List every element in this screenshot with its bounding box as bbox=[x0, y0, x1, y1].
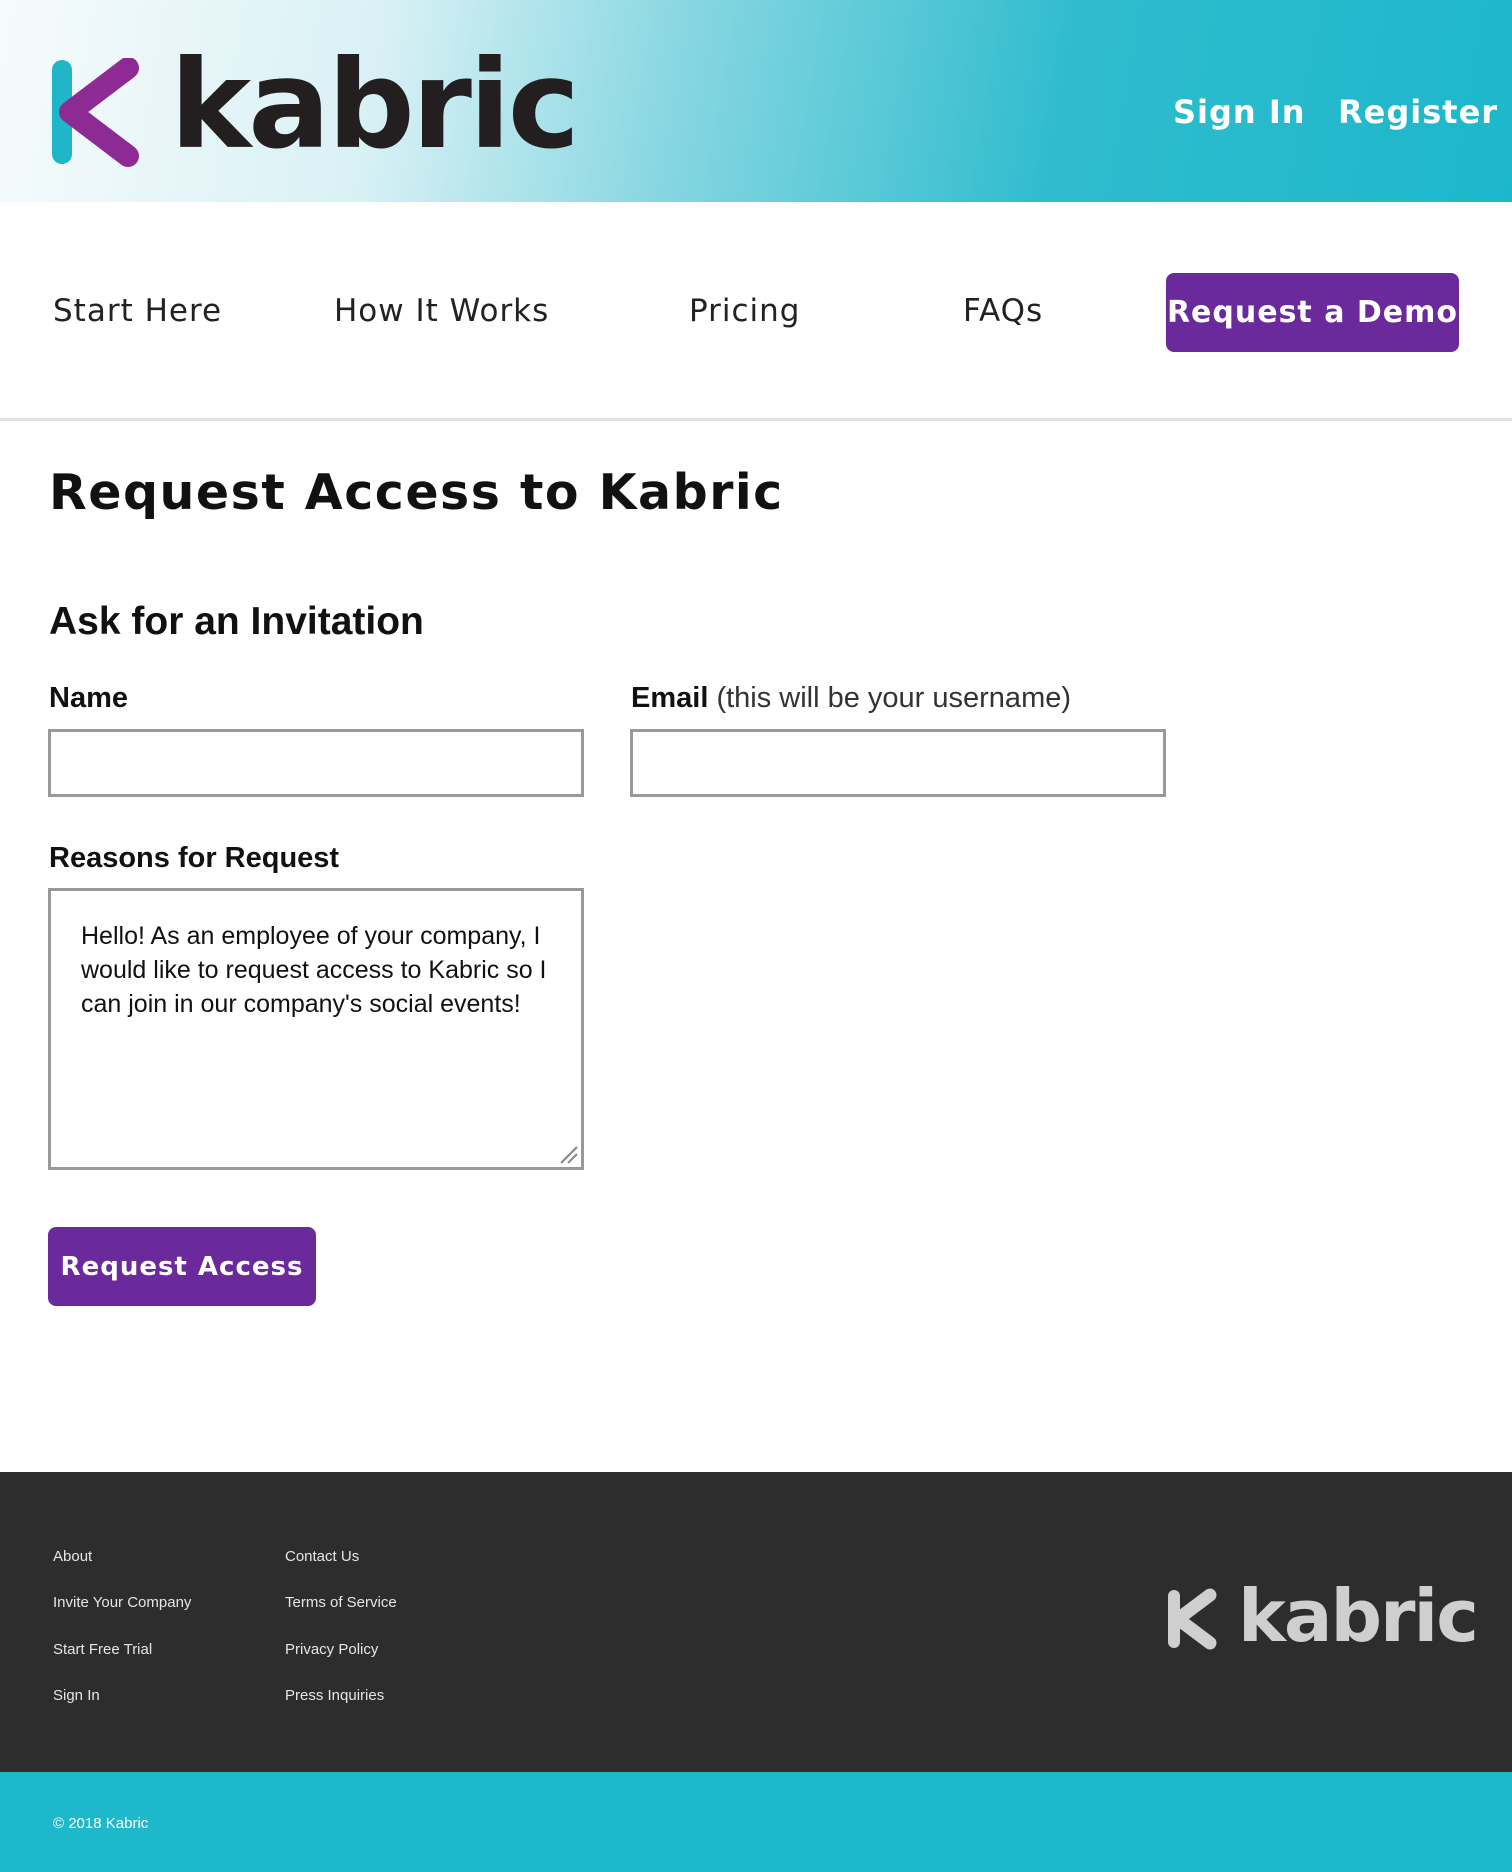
email-input[interactable] bbox=[630, 729, 1166, 797]
sign-in-link[interactable]: Sign In bbox=[1173, 96, 1306, 128]
request-demo-button[interactable]: Request a Demo bbox=[1166, 273, 1459, 352]
footer-link-invite-company[interactable]: Invite Your Company bbox=[53, 1595, 191, 1610]
footer: About Invite Your Company Start Free Tri… bbox=[0, 1472, 1512, 1772]
footer-link-start-free-trial[interactable]: Start Free Trial bbox=[53, 1642, 152, 1657]
kabric-logo-mark-icon bbox=[1168, 1588, 1217, 1650]
name-input[interactable] bbox=[48, 729, 584, 797]
nav-item-how-it-works[interactable]: How It Works bbox=[334, 296, 549, 327]
footer-link-privacy[interactable]: Privacy Policy bbox=[285, 1642, 378, 1657]
kabric-logo[interactable]: kabric bbox=[50, 44, 580, 168]
register-link[interactable]: Register bbox=[1338, 96, 1498, 128]
nav-item-pricing[interactable]: Pricing bbox=[689, 296, 801, 327]
nav-item-faqs[interactable]: FAQs bbox=[963, 296, 1043, 327]
footer-link-about[interactable]: About bbox=[53, 1549, 92, 1564]
reasons-text: Hello! As an employee of your company, I… bbox=[81, 922, 547, 1018]
footer-logo-wordmark: kabric bbox=[1238, 1574, 1479, 1658]
page-title: Request Access to Kabric bbox=[49, 464, 784, 521]
footer-link-sign-in[interactable]: Sign In bbox=[53, 1688, 100, 1703]
resize-grip-icon[interactable] bbox=[557, 1143, 579, 1165]
copyright-text: © 2018 Kabric bbox=[53, 1815, 149, 1832]
kabric-logo-mark-icon bbox=[52, 58, 139, 167]
nav-item-start-here[interactable]: Start Here bbox=[53, 296, 222, 327]
main-nav: Start Here How It Works Pricing FAQs Req… bbox=[0, 202, 1512, 421]
logo-wordmark: kabric bbox=[170, 34, 580, 176]
name-label: Name bbox=[49, 682, 128, 714]
footer-link-terms[interactable]: Terms of Service bbox=[285, 1595, 397, 1610]
footer-link-press[interactable]: Press Inquiries bbox=[285, 1688, 384, 1703]
top-header: kabric Sign In Register bbox=[0, 0, 1512, 202]
section-title: Ask for an Invitation bbox=[49, 600, 424, 643]
reasons-label: Reasons for Request bbox=[49, 842, 340, 874]
footer-kabric-logo[interactable]: kabric bbox=[1166, 1580, 1479, 1658]
footer-link-contact-us[interactable]: Contact Us bbox=[285, 1549, 359, 1564]
email-hint: (this will be your username) bbox=[716, 682, 1072, 714]
email-label: Email (this will be your username) bbox=[631, 684, 1071, 713]
copyright-bar: © 2018 Kabric bbox=[0, 1772, 1512, 1872]
request-access-button[interactable]: Request Access bbox=[48, 1227, 316, 1306]
reasons-textarea[interactable]: Hello! As an employee of your company, I… bbox=[48, 888, 584, 1170]
email-label-text: Email bbox=[631, 682, 709, 714]
